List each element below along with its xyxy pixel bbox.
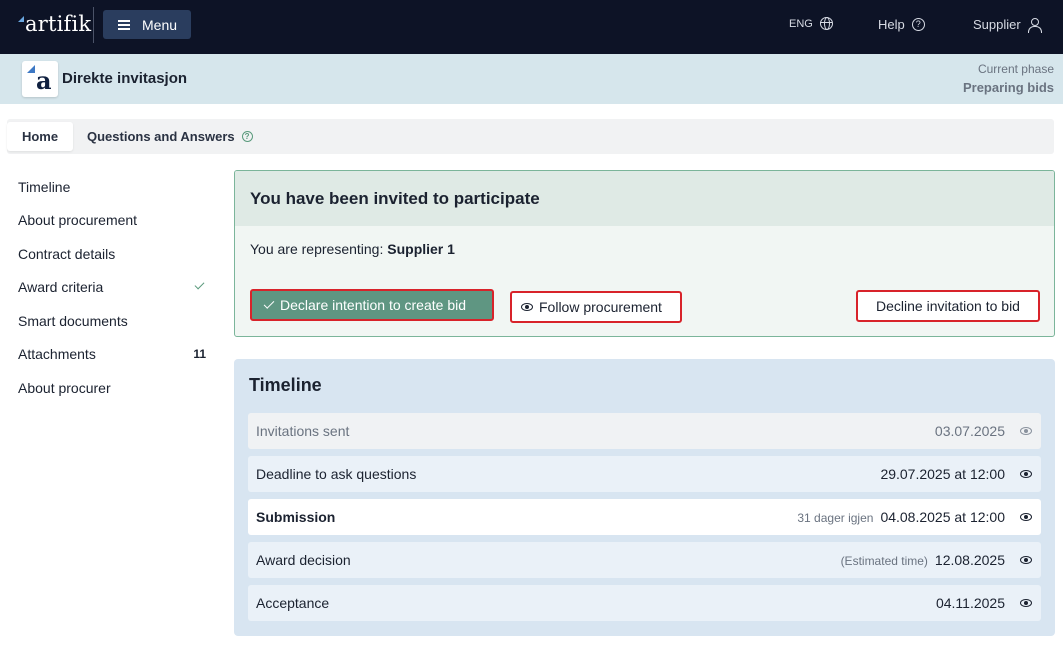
tab-questions-and-answers[interactable]: Questions and Answers ? [87,122,253,151]
project-title: Direkte invitasjon [62,70,188,87]
timeline-row-deadline-questions: Deadline to ask questions 29.07.2025 at … [248,456,1041,492]
sidebar-navigation: Timeline About procurement Contract deta… [18,170,208,405]
user-icon [1027,17,1042,33]
invitation-heading: You have been invited to participate [235,171,1054,226]
logo-text: artifik [25,12,92,36]
help-button[interactable]: Help ? [878,17,925,32]
top-navigation-bar: artifik Menu ENG Help ? Supplier [0,0,1063,54]
timeline-row-value: 29.07.2025 at 12:00 [880,466,1005,482]
declare-intention-label: Declare intention to create bid [280,297,466,313]
timeline-row-label: Invitations sent [256,423,350,439]
language-label: ENG [789,17,813,30]
user-menu[interactable]: Supplier [973,17,1042,33]
question-circle-icon: ? [911,18,925,31]
attachments-count-badge: 11 [193,347,206,362]
tab-label: Questions and Answers [87,129,235,144]
timeline-row-value: 31 dager igjen 04.08.2025 at 12:00 [797,509,1005,525]
timeline-row-award-decision: Award decision (Estimated time) 12.08.20… [248,542,1041,578]
timeline-row-label: Deadline to ask questions [256,466,417,482]
decline-invitation-button[interactable]: Decline invitation to bid [856,290,1040,322]
sidebar-item-timeline[interactable]: Timeline [18,170,208,204]
sidebar-item-label: About procurer [18,379,111,396]
sidebar-item-label: Contract details [18,245,116,262]
representing-value: Supplier 1 [387,241,455,257]
artifik-logo[interactable]: artifik [18,12,91,36]
timeline-row-acceptance: Acceptance 04.11.2025 [248,585,1041,621]
timeline-panel: Timeline Invitations sent 03.07.2025 Dea… [234,359,1055,636]
timeline-row-value: (Estimated time) 12.08.2025 [841,552,1005,568]
menu-button[interactable]: Menu [103,10,191,39]
timeline-title: Timeline [249,375,322,395]
tab-home[interactable]: Home [7,122,73,151]
timeline-row-label: Submission [256,509,336,525]
timeline-row-value: 04.11.2025 [936,595,1005,611]
procurer-logo: a [22,61,58,97]
sidebar-item-label: Award criteria [18,279,104,296]
representing-label: You are representing: [250,241,384,257]
globe-icon [819,17,833,30]
question-circle-icon: ? [241,131,253,142]
logo-triangle-icon [27,65,35,73]
representing-text: You are representing: Supplier 1 [250,241,455,257]
follow-procurement-label: Follow procurement [539,299,662,315]
sidebar-item-about-procurer[interactable]: About procurer [18,371,208,405]
sidebar-item-contract-details[interactable]: Contract details [18,237,208,271]
logo-mark-icon [18,16,24,22]
timeline-row-date: 04.11.2025 [935,595,1005,611]
project-header: a Direkte invitasjon Current phase Prepa… [0,54,1063,104]
declare-intention-button[interactable]: Declare intention to create bid [250,289,494,321]
menu-button-label: Menu [142,16,178,33]
timeline-row-invitations-sent: Invitations sent 03.07.2025 [248,413,1041,449]
hamburger-icon [118,19,130,30]
checkmark-icon [194,279,205,289]
timeline-row-note: (Estimated time) [840,554,928,568]
timeline-row-date: 03.07.2025 [934,423,1005,439]
user-label: Supplier [973,17,1021,32]
eye-icon[interactable] [1020,427,1032,435]
logo-divider [93,7,94,43]
timeline-row-date: 29.07.2025 at 12:00 [880,466,1005,482]
invitation-card: You have been invited to participate You… [234,170,1055,337]
eye-icon [521,303,533,311]
tab-bar: Home Questions and Answers ? [7,119,1054,154]
timeline-row-label: Acceptance [256,595,330,611]
language-selector[interactable]: ENG [789,17,833,30]
sidebar-item-award-criteria[interactable]: Award criteria [18,271,208,305]
sidebar-item-label: Timeline [18,178,71,195]
eye-icon[interactable] [1020,470,1032,478]
follow-procurement-button[interactable]: Follow procurement [510,291,682,323]
sidebar-item-smart-documents[interactable]: Smart documents [18,304,208,338]
timeline-row-date: 04.08.2025 at 12:00 [880,509,1005,525]
sidebar-item-about-procurement[interactable]: About procurement [18,204,208,238]
eye-icon[interactable] [1020,556,1032,564]
timeline-row-label: Award decision [256,552,351,568]
current-phase-label: Current phase [977,62,1054,76]
sidebar-item-attachments[interactable]: Attachments 11 [18,338,208,372]
checkmark-icon [263,298,275,309]
eye-icon[interactable] [1020,513,1032,521]
sidebar-item-label: About procurement [18,212,138,229]
sidebar-item-label: Attachments [18,346,96,363]
timeline-row-note: 31 dager igjen [797,511,874,525]
timeline-row-submission: Submission 31 dager igjen 04.08.2025 at … [248,499,1041,535]
sidebar-item-label: Smart documents [18,312,128,329]
logo-letter-icon: a [36,66,52,95]
eye-icon[interactable] [1020,599,1032,607]
current-phase-value: Preparing bids [962,80,1054,95]
timeline-row-value: 03.07.2025 [935,423,1005,439]
help-label: Help [878,17,905,32]
timeline-row-date: 12.08.2025 [934,552,1005,568]
